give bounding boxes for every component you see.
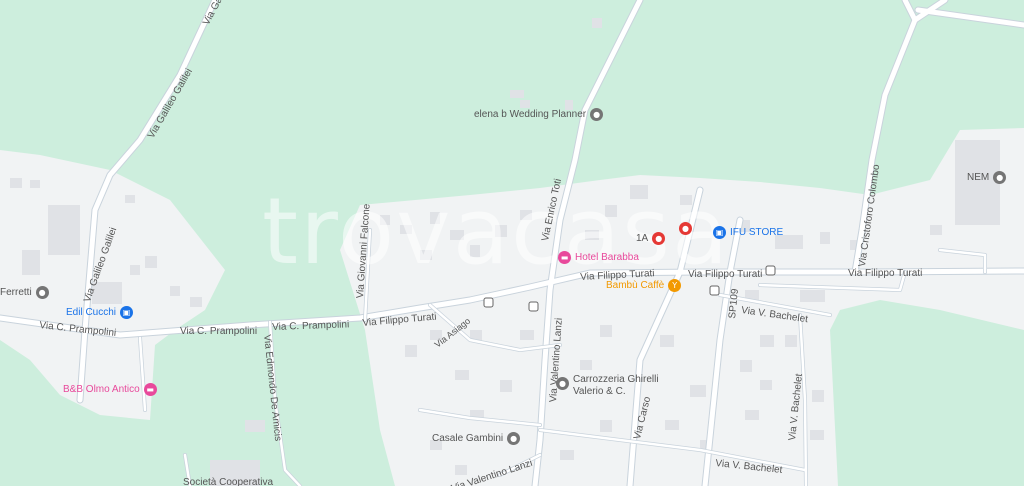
bed-icon: ▬	[558, 251, 571, 264]
poi-hotel-barabba[interactable]: ▬ Hotel Barabba	[558, 251, 639, 264]
poi-label: NEM	[967, 172, 990, 183]
poi-ferretti[interactable]: Ferretti ●	[0, 286, 49, 299]
poi-elena-b-wedding-planner[interactable]: elena b Wedding Planner ●	[474, 108, 604, 121]
poi-label: Ferretti	[0, 287, 32, 298]
street-label: Via Filippo Turati	[848, 268, 923, 279]
poi-label: Bambù Caffè	[606, 280, 665, 291]
location-pin-icon[interactable]: ●	[679, 222, 692, 235]
place-icon: ●	[993, 171, 1007, 184]
poi-carrozzeria-ghirelli[interactable]: ● Carrozzeria Ghirelli Valerio & C.	[556, 374, 659, 398]
bed-icon: ▬	[143, 383, 157, 396]
poi-label: Casale Gambini	[432, 433, 504, 444]
bus-stop-icon	[765, 265, 776, 276]
shopping-bag-icon: ▣	[713, 226, 726, 239]
poi-label: 1A	[636, 233, 649, 244]
poi-marker-1a[interactable]: 1A ●	[636, 232, 666, 245]
poi-label-line2: Valerio & C.	[573, 386, 626, 397]
cafe-icon: Y	[668, 279, 682, 292]
poi-label-line1: Carrozzeria Ghirelli	[573, 374, 659, 385]
street-label: Via Filippo Turati	[688, 269, 763, 280]
poi-bb-olmo-antico[interactable]: B&B Olmo Antico ▬	[63, 383, 157, 396]
street-label: Via C. Prampolini	[180, 326, 258, 337]
poi-nem[interactable]: NEM ●	[967, 171, 1007, 184]
shopping-bag-icon: ▣	[120, 306, 134, 319]
bus-stop-icon	[709, 285, 720, 296]
poi-bambu-caffe[interactable]: Bambù Caffè Y	[606, 279, 682, 292]
place-icon: ●	[556, 377, 569, 390]
poi-casale-gambini[interactable]: Casale Gambini ●	[432, 432, 521, 445]
poi-societa-cooperativa[interactable]: Società Cooperativa	[183, 477, 273, 486]
map-canvas[interactable]: trovacasa Via Galilei Via Galileo Galile…	[0, 0, 1024, 486]
poi-ifu-store[interactable]: ▣ IFU STORE	[713, 226, 783, 239]
place-icon: ●	[507, 432, 521, 445]
place-icon: ●	[35, 286, 49, 299]
poi-label: B&B Olmo Antico	[63, 384, 140, 395]
bus-stop-icon	[483, 297, 494, 308]
poi-label: elena b Wedding Planner	[474, 109, 587, 120]
poi-label: Hotel Barabba	[575, 252, 639, 263]
poi-label: Edil Cucchi	[66, 307, 117, 318]
poi-label: IFU STORE	[730, 227, 784, 238]
bus-stop-icon	[528, 301, 539, 312]
location-pin-icon: ●	[652, 232, 666, 245]
poi-edil-cucchi[interactable]: Edil Cucchi ▣	[66, 306, 134, 319]
place-icon: ●	[590, 108, 604, 121]
